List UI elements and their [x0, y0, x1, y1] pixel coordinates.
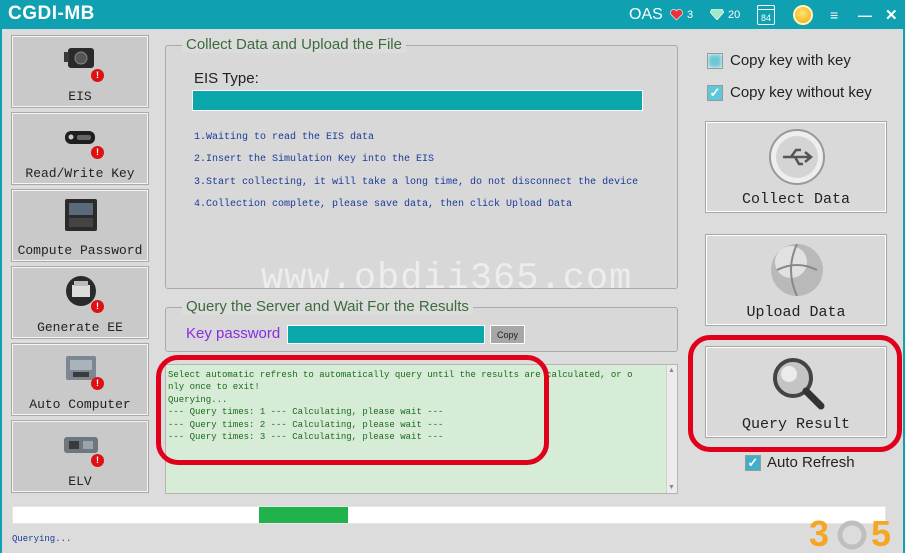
- app-title: CGDI-MB: [8, 3, 95, 24]
- log-line: Select automatic refresh to automaticall…: [168, 370, 633, 380]
- log-scrollbar[interactable]: ▲ ▼: [666, 365, 677, 493]
- menu-button[interactable]: ≡: [830, 0, 838, 29]
- sidebar-item-label: EIS: [68, 89, 92, 104]
- sidebar-item-label: Auto Computer: [29, 397, 131, 412]
- gems-counter[interactable]: 20: [710, 0, 740, 29]
- sidebar-item-label: Generate EE: [37, 320, 123, 335]
- collect-step-2: 2.Insert the Simulation Key into the EIS: [194, 154, 435, 165]
- log-line: nly once to exit!: [168, 382, 260, 392]
- sidebar-item-label: ELV: [68, 474, 92, 489]
- log-line: --- Query times: 1 --- Calculating, plea…: [168, 407, 444, 417]
- scroll-up-icon[interactable]: ▲: [668, 367, 675, 374]
- minimize-button[interactable]: —: [858, 0, 872, 29]
- magnifier-globe-icon: [773, 358, 825, 410]
- log-line: --- Query times: 2 --- Calculating, plea…: [168, 420, 444, 430]
- copy-with-key-label: Copy key with key: [730, 52, 851, 69]
- calendar-icon: 84: [757, 4, 775, 25]
- heart-icon: [670, 8, 683, 20]
- progress-fill: [258, 507, 348, 523]
- copy-button[interactable]: Copy: [490, 325, 525, 344]
- logo-digit-5: 5: [871, 513, 891, 552]
- usb-icon: [769, 129, 825, 185]
- auto-refresh-label: Auto Refresh: [767, 454, 855, 471]
- query-result-button[interactable]: Query Result: [705, 346, 887, 438]
- key-password-label: Key password: [186, 325, 281, 342]
- copy-without-key-label: Copy key without key: [730, 84, 872, 101]
- title-bar: CGDI-MB OAS 3 20 84 ≡ — ✕: [0, 0, 905, 29]
- sidebar-item-compute-password[interactable]: Compute Password: [11, 189, 149, 262]
- warning-badge: !: [91, 300, 104, 313]
- medal-icon: [793, 4, 813, 25]
- sidebar-item-auto-computer[interactable]: ! Auto Computer: [11, 343, 149, 416]
- collect-group-title: Collect Data and Upload the File: [182, 36, 406, 53]
- log-line: --- Query times: 3 --- Calculating, plea…: [168, 432, 444, 442]
- sidebar-item-generate-ee[interactable]: ! Generate EE: [11, 266, 149, 339]
- warning-badge: !: [91, 377, 104, 390]
- checkbox-icon: [707, 52, 723, 69]
- query-group-title: Query the Server and Wait For the Result…: [182, 298, 473, 315]
- collect-step-3: 3.Start collecting, it will take a long …: [194, 177, 639, 188]
- upload-data-button[interactable]: Upload Data: [705, 234, 887, 326]
- account-label[interactable]: OAS: [629, 0, 663, 29]
- gems-count: 20: [728, 8, 741, 21]
- sidebar-item-label: Read/Write Key: [25, 166, 135, 181]
- close-button[interactable]: ✕: [885, 0, 898, 29]
- copy-with-key-checkbox[interactable]: Copy key with key: [707, 52, 851, 69]
- sidebar-item-read-write-key[interactable]: ! Read/Write Key: [11, 112, 149, 185]
- warning-badge: !: [91, 69, 104, 82]
- medal-button[interactable]: [793, 0, 813, 29]
- globe-icon: [771, 243, 823, 297]
- progress-bar: [12, 506, 886, 524]
- collect-step-1: 1.Waiting to read the EIS data: [194, 132, 375, 143]
- calendar-day: 84: [760, 12, 771, 23]
- logo-ring: [837, 520, 867, 550]
- query-log[interactable]: Select automatic refresh to automaticall…: [165, 364, 678, 494]
- sidebar-item-elv[interactable]: ! ELV: [11, 420, 149, 493]
- collect-step-4: 4.Collection complete, please save data,…: [194, 199, 573, 210]
- watermark: www.obdii365.com: [261, 258, 633, 300]
- eis-type-label: EIS Type:: [194, 70, 259, 87]
- gem-icon: [710, 9, 724, 20]
- logo-365: 3 5: [809, 513, 891, 552]
- sidebar-item-eis[interactable]: ! EIS: [11, 35, 149, 108]
- sidebar-item-label: Compute Password: [17, 243, 143, 258]
- warning-badge: !: [91, 146, 104, 159]
- query-result-label: Query Result: [741, 416, 851, 433]
- warning-badge: !: [91, 454, 104, 467]
- upload-data-label: Upload Data: [746, 304, 846, 321]
- eis-type-field: [192, 90, 643, 111]
- hearts-count: 3: [687, 8, 694, 21]
- checkmark-icon: ✓: [745, 454, 761, 471]
- log-line: Querying...: [168, 395, 228, 405]
- hearts-counter[interactable]: 3: [670, 0, 693, 29]
- calendar-button[interactable]: 84: [757, 0, 775, 29]
- collect-data-label: Collect Data: [741, 191, 851, 208]
- collect-data-button[interactable]: Collect Data: [705, 121, 887, 213]
- checkmark-icon: ✓: [707, 84, 723, 101]
- keypad-device-icon: [65, 199, 97, 231]
- status-text: Querying...: [12, 534, 72, 544]
- copy-without-key-checkbox[interactable]: ✓ Copy key without key: [707, 84, 872, 101]
- scroll-down-icon[interactable]: ▼: [668, 484, 675, 491]
- logo-digit-3: 3: [809, 513, 829, 552]
- key-password-field[interactable]: [287, 325, 485, 344]
- auto-refresh-checkbox[interactable]: ✓ Auto Refresh: [745, 454, 855, 471]
